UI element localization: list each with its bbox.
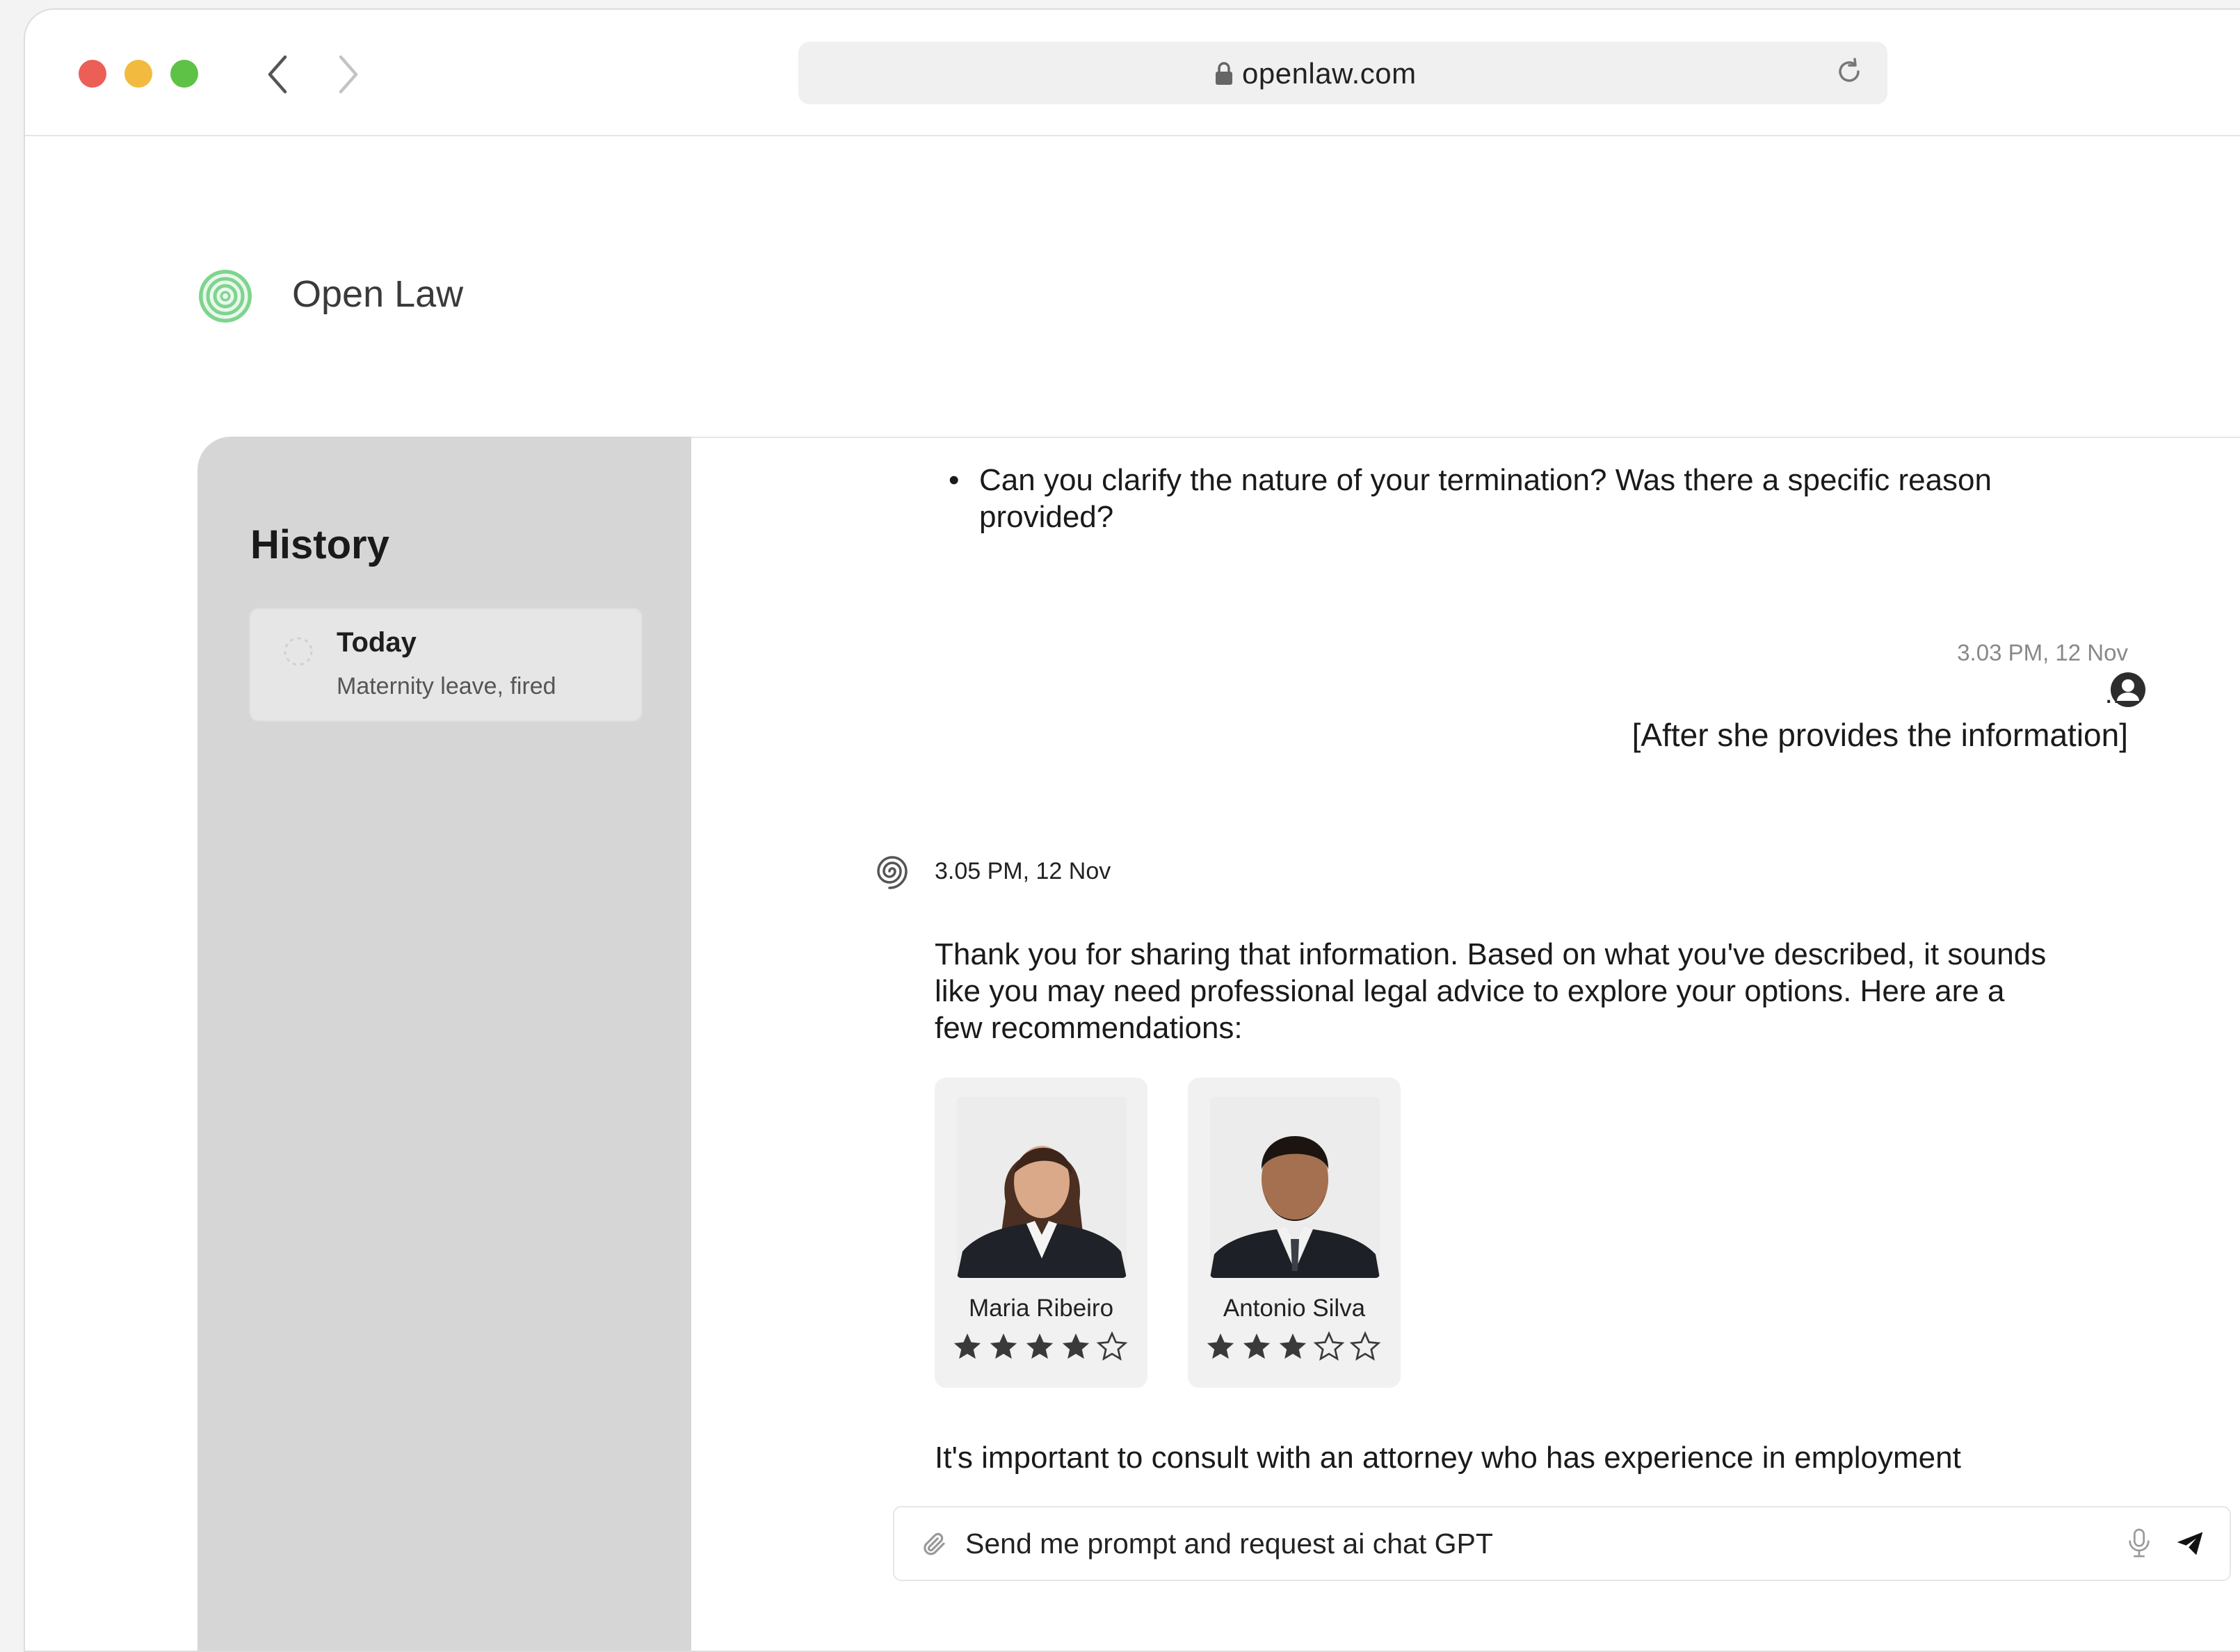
lawyer-card-antonio-silva[interactable]: Antonio Silva (1188, 1078, 1401, 1388)
back-button[interactable] (260, 54, 295, 95)
star-outline-icon (1349, 1331, 1381, 1361)
star-filled-icon (953, 1333, 981, 1359)
lawyer-photo (957, 1097, 1127, 1278)
chat-input-bar (893, 1506, 2231, 1581)
star-outline-icon (1313, 1331, 1345, 1361)
lawyer-rating (951, 1331, 1128, 1363)
star-filled-icon (1207, 1333, 1234, 1359)
url-text: openlaw.com (1242, 57, 1417, 90)
browser-window: openlaw.com Open Law History Today Mater… (24, 8, 2240, 1652)
send-icon[interactable] (2174, 1528, 2206, 1559)
browser-toolbar: openlaw.com (25, 10, 2240, 136)
open-law-logo-icon (199, 270, 252, 323)
lawyer-rating (1204, 1331, 1381, 1363)
microphone-icon[interactable] (2125, 1527, 2153, 1560)
loading-spinner-icon (284, 637, 313, 666)
bot-followup-message: It's important to consult with an attorn… (935, 1441, 1961, 1475)
bot-message-timestamp: 3.05 PM, 12 Nov (935, 858, 1111, 884)
chat-area: Can you clarify the nature of your termi… (691, 437, 2240, 1651)
star-filled-icon (990, 1333, 1017, 1359)
paperclip-icon[interactable] (919, 1528, 949, 1560)
address-bar[interactable]: openlaw.com (798, 42, 1887, 104)
maximize-window-button[interactable] (170, 60, 198, 88)
chat-prompt-input[interactable] (964, 1521, 2052, 1566)
history-heading: History (250, 522, 389, 567)
app-title: Open Law (292, 273, 464, 315)
chevron-right-icon (339, 55, 358, 94)
bot-bullet-question: Can you clarify the nature of your termi… (949, 462, 2008, 535)
lawyer-name: Antonio Silva (1223, 1295, 1366, 1322)
lawyer-photo (1210, 1097, 1380, 1278)
user-avatar-icon (2111, 672, 2145, 707)
history-item-day: Today (337, 627, 417, 658)
chevron-left-icon (268, 55, 287, 94)
star-outline-icon (1096, 1331, 1128, 1361)
history-sidebar: History Today Maternity leave, fired (198, 437, 691, 1651)
minimize-window-button[interactable] (124, 60, 152, 88)
star-filled-icon (1026, 1333, 1054, 1359)
lawyer-card-maria-ribeiro[interactable]: Maria Ribeiro (935, 1078, 1147, 1388)
lock-icon (1216, 62, 1232, 85)
star-filled-icon (1062, 1333, 1090, 1359)
spiral-logo-icon (877, 856, 908, 889)
history-item[interactable]: Today Maternity leave, fired (249, 608, 643, 722)
user-message: [After she provides the information] (1631, 717, 2128, 753)
user-message-timestamp: 3.03 PM, 12 Nov (1957, 640, 2128, 665)
close-window-button[interactable] (79, 60, 106, 88)
bot-message: Thank you for sharing that information. … (935, 937, 2047, 1045)
history-item-subtitle: Maternity leave, fired (337, 673, 556, 699)
forward-button[interactable] (331, 54, 366, 95)
star-filled-icon (1279, 1333, 1307, 1359)
reload-icon[interactable] (1833, 56, 1865, 88)
lawyer-name: Maria Ribeiro (968, 1295, 1114, 1322)
star-filled-icon (1243, 1333, 1271, 1359)
